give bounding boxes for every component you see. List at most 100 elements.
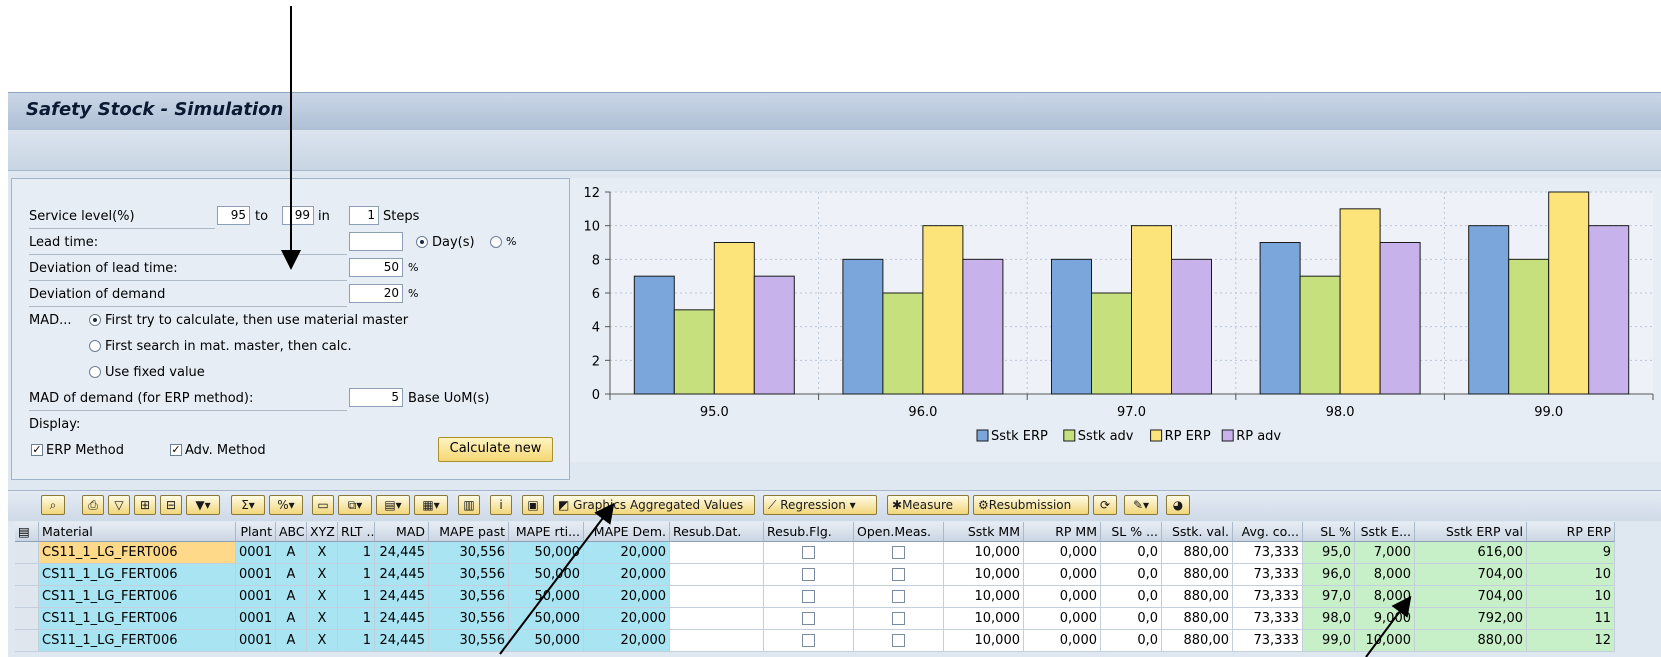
table-cell[interactable]: 24,445 <box>375 630 429 652</box>
checkbox[interactable] <box>892 568 905 581</box>
table-cell[interactable]: 0,000 <box>1024 608 1101 630</box>
column-header[interactable]: Resub.Flg. <box>764 522 854 542</box>
table-cell[interactable]: 95,0 <box>1303 542 1355 564</box>
save-icon[interactable]: ▣ <box>522 495 544 515</box>
table-cell[interactable]: 10,000 <box>944 608 1024 630</box>
table-cell[interactable]: CS11_1_LG_FERT006 <box>39 630 236 652</box>
checkbox[interactable] <box>892 612 905 625</box>
table-cell[interactable]: 73,333 <box>1233 608 1303 630</box>
row-selector[interactable] <box>15 542 39 564</box>
table-cell[interactable]: 0,000 <box>1024 542 1101 564</box>
views-icon[interactable]: ▤▾ <box>376 495 410 515</box>
table-cell[interactable]: X <box>307 542 338 564</box>
export-icon[interactable]: ⧉▾ <box>338 495 372 515</box>
resub-flag-cell[interactable] <box>764 542 854 564</box>
table-cell[interactable]: A <box>276 630 307 652</box>
column-header[interactable]: MAPE rti... <box>509 522 584 542</box>
table-cell[interactable]: CS11_1_LG_FERT006 <box>39 564 236 586</box>
mad-option-calculate-radio[interactable] <box>89 314 101 326</box>
checkbox[interactable] <box>892 546 905 559</box>
table-cell[interactable]: 0,000 <box>1024 564 1101 586</box>
resubmission-button[interactable]: ⚙Resubmission <box>973 495 1089 515</box>
resub-flag-cell[interactable] <box>764 564 854 586</box>
table-cell[interactable]: 0001 <box>236 586 276 608</box>
table-cell[interactable]: 0001 <box>236 564 276 586</box>
table-cell[interactable]: 20,000 <box>584 630 670 652</box>
column-header[interactable]: MAD <box>375 522 429 542</box>
percent-radio[interactable] <box>490 236 502 248</box>
edit-icon[interactable]: ✎▾ <box>1124 495 1158 515</box>
select-all-icon[interactable]: ▤ <box>15 522 39 542</box>
table-cell[interactable]: 616,00 <box>1415 542 1527 564</box>
regression-button[interactable]: ⟋ Regression ▾ <box>763 495 877 515</box>
sum-icon[interactable]: Σ▾ <box>231 495 265 515</box>
row-selector[interactable] <box>15 586 39 608</box>
table-cell[interactable] <box>670 542 764 564</box>
table-cell[interactable]: X <box>307 608 338 630</box>
table-cell[interactable]: A <box>276 608 307 630</box>
color-wheel-icon[interactable]: ◕ <box>1166 495 1190 515</box>
table-cell[interactable]: 20,000 <box>584 542 670 564</box>
table-cell[interactable]: 1 <box>338 586 375 608</box>
checkbox[interactable] <box>802 590 815 603</box>
table-cell[interactable]: 9,000 <box>1355 608 1415 630</box>
table-cell[interactable] <box>670 630 764 652</box>
steps-input[interactable]: 1 <box>349 206 379 225</box>
table-cell[interactable]: 30,556 <box>429 564 509 586</box>
column-header[interactable]: Plant <box>236 522 276 542</box>
table-cell[interactable]: 0,0 <box>1101 630 1162 652</box>
table-cell[interactable]: 10,000 <box>944 542 1024 564</box>
table-cell[interactable]: 792,00 <box>1415 608 1527 630</box>
table-cell[interactable]: 880,00 <box>1162 586 1233 608</box>
open-meas-cell[interactable] <box>854 564 944 586</box>
table-cell[interactable]: 8,000 <box>1355 586 1415 608</box>
checkbox[interactable] <box>892 590 905 603</box>
chart-icon[interactable]: ▥ <box>458 495 480 515</box>
resub-flag-cell[interactable] <box>764 586 854 608</box>
table-cell[interactable]: 7,000 <box>1355 542 1415 564</box>
table-cell[interactable]: 704,00 <box>1415 564 1527 586</box>
print-icon[interactable]: ⎙ <box>82 495 104 515</box>
table-cell[interactable]: 50,000 <box>509 608 584 630</box>
column-header[interactable]: RP MM <box>1024 522 1101 542</box>
table-cell[interactable]: 30,556 <box>429 608 509 630</box>
adv-method-checkbox[interactable]: ✓ <box>170 444 182 456</box>
table-cell[interactable]: 1 <box>338 630 375 652</box>
table-cell[interactable]: 24,445 <box>375 542 429 564</box>
table-cell[interactable]: 880,00 <box>1162 542 1233 564</box>
column-header[interactable]: RP ERP <box>1527 522 1615 542</box>
table-cell[interactable]: 10,000 <box>944 630 1024 652</box>
row-selector[interactable] <box>15 630 39 652</box>
service-level-to-input[interactable]: 99 <box>282 206 314 225</box>
table-cell[interactable]: 20,000 <box>584 564 670 586</box>
refresh-icon[interactable]: ⟳ <box>1093 495 1117 515</box>
column-header[interactable]: ABC <box>276 522 307 542</box>
open-meas-cell[interactable] <box>854 586 944 608</box>
layout-icon[interactable]: ▦▾ <box>414 495 448 515</box>
table-cell[interactable]: 0001 <box>236 630 276 652</box>
table-cell[interactable]: 97,0 <box>1303 586 1355 608</box>
table-cell[interactable]: 880,00 <box>1162 608 1233 630</box>
subtotal-icon[interactable]: %▾ <box>269 495 303 515</box>
resub-flag-cell[interactable] <box>764 608 854 630</box>
table-cell[interactable] <box>670 586 764 608</box>
table-cell[interactable]: 73,333 <box>1233 542 1303 564</box>
table-cell[interactable]: 880,00 <box>1162 564 1233 586</box>
table-cell[interactable]: 50,000 <box>509 542 584 564</box>
row-selector[interactable] <box>15 564 39 586</box>
column-header[interactable]: Resub.Dat. <box>670 522 764 542</box>
table-cell[interactable]: 10,000 <box>944 564 1024 586</box>
table-cell[interactable]: 0,0 <box>1101 608 1162 630</box>
mad-option-fixed-radio[interactable] <box>89 366 101 378</box>
table-cell[interactable]: 50,000 <box>509 630 584 652</box>
column-header[interactable]: Avg. co... <box>1233 522 1303 542</box>
find-next-icon[interactable]: ⊟ <box>160 495 182 515</box>
table-cell[interactable]: 8,000 <box>1355 564 1415 586</box>
table-cell[interactable]: X <box>307 630 338 652</box>
table-cell[interactable]: 50,000 <box>509 586 584 608</box>
resub-flag-cell[interactable] <box>764 630 854 652</box>
table-cell[interactable]: 11 <box>1527 608 1615 630</box>
table-cell[interactable]: 880,00 <box>1162 630 1233 652</box>
table-cell[interactable] <box>670 564 764 586</box>
column-header[interactable]: Sstk ERP val <box>1415 522 1527 542</box>
